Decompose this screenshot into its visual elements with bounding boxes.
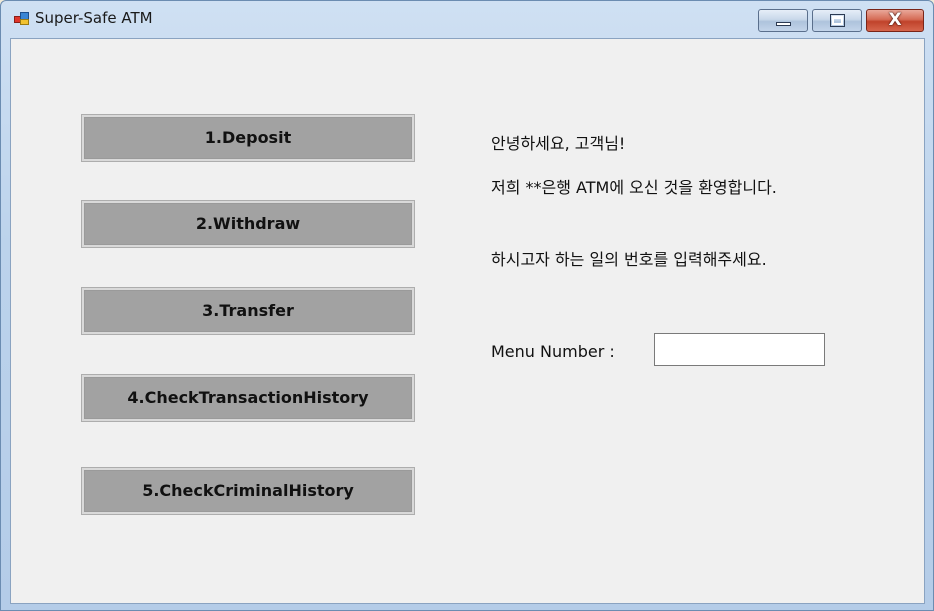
title-bar[interactable]: Super-Safe ATM X xyxy=(1,1,933,37)
greeting-line: 안녕하세요, 고객님! xyxy=(491,134,626,153)
maximize-icon xyxy=(830,14,845,27)
withdraw-button[interactable]: 2.Withdraw xyxy=(81,200,415,248)
check-criminal-history-button[interactable]: 5.CheckCriminalHistory xyxy=(81,467,415,515)
check-transaction-history-button[interactable]: 4.CheckTransactionHistory xyxy=(81,374,415,422)
window-title: Super-Safe ATM xyxy=(35,9,153,27)
instruction-line: 하시고자 하는 일의 번호를 입력해주세요. xyxy=(491,250,767,269)
windows-form-icon[interactable] xyxy=(14,12,30,26)
atm-window: Super-Safe ATM X 1.Deposit 2.Withdraw 3.… xyxy=(0,0,934,611)
close-icon: X xyxy=(888,10,902,30)
transfer-button[interactable]: 3.Transfer xyxy=(81,287,415,335)
close-button[interactable]: X xyxy=(866,9,924,32)
minimize-icon xyxy=(776,22,791,26)
menu-number-input[interactable] xyxy=(654,333,825,366)
menu-number-label: Menu Number : xyxy=(491,342,615,361)
client-area: 1.Deposit 2.Withdraw 3.Transfer 4.CheckT… xyxy=(10,38,925,604)
deposit-button[interactable]: 1.Deposit xyxy=(81,114,415,162)
maximize-button[interactable] xyxy=(812,9,862,32)
minimize-button[interactable] xyxy=(758,9,808,32)
welcome-line: 저희 **은행 ATM에 오신 것을 환영합니다. xyxy=(491,178,777,197)
